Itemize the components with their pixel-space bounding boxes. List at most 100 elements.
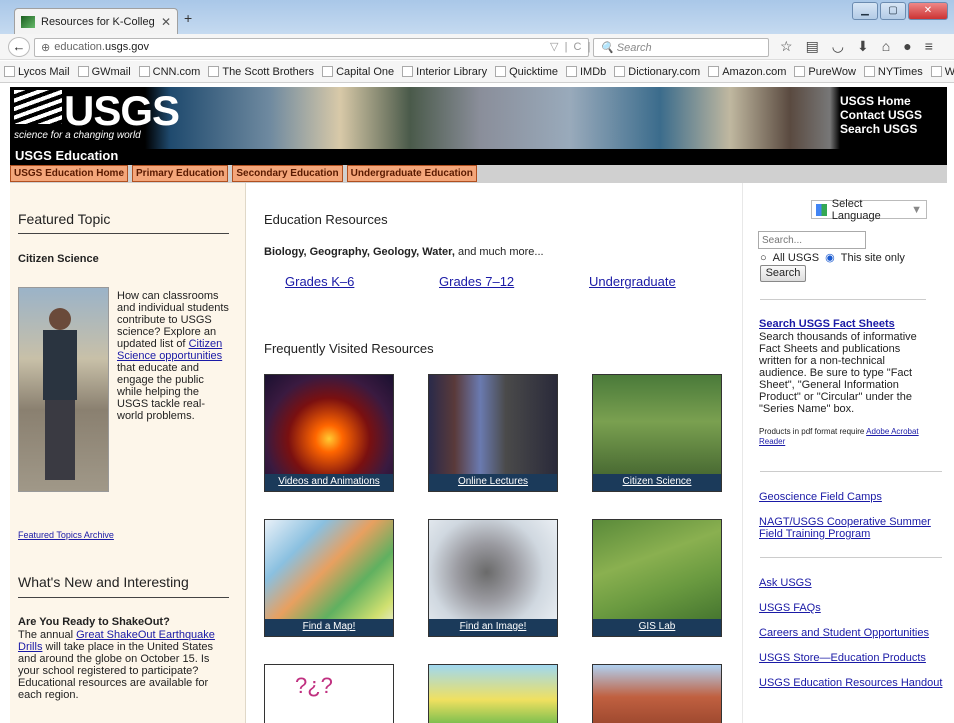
news-text-part: The annual bbox=[18, 629, 74, 641]
radio-this-site[interactable]: ◉ bbox=[825, 251, 835, 264]
radio-all-usgs[interactable]: ○ bbox=[760, 252, 767, 264]
bookmark-item[interactable]: IMDb bbox=[565, 65, 607, 78]
fact-sheets-link[interactable]: Search USGS Fact Sheets bbox=[759, 318, 895, 330]
close-window-icon[interactable]: ✕ bbox=[908, 2, 948, 20]
topic-text: that educate and engage the public while… bbox=[117, 362, 206, 422]
bookmark-star-icon[interactable]: ☆ bbox=[780, 38, 793, 55]
radio-label: This site only bbox=[840, 251, 905, 264]
grades-k6-link[interactable]: Grades K–6 bbox=[285, 274, 354, 289]
education-resources-heading: Education Resources bbox=[264, 212, 388, 227]
bookmark-item[interactable]: PureWow bbox=[794, 66, 856, 78]
divider bbox=[18, 233, 229, 234]
bookmark-item[interactable]: The Scott Brothers bbox=[208, 66, 314, 78]
browser-tab[interactable]: Resources for K-College Te... ✕ bbox=[14, 8, 178, 34]
online-lectures-tile[interactable]: Online Lectures bbox=[428, 374, 558, 492]
usgs-logo[interactable]: USGS science for a changing world bbox=[14, 90, 180, 141]
bookmark-favicon-icon bbox=[565, 66, 577, 77]
cartoon-tile[interactable]: ?¿? bbox=[264, 664, 394, 723]
radio-label: All USGS bbox=[772, 251, 820, 264]
minimize-icon[interactable]: ▁ bbox=[852, 2, 878, 20]
new-tab-icon[interactable]: + bbox=[184, 10, 192, 26]
download-icon[interactable]: ⬇ bbox=[857, 38, 869, 55]
home-icon[interactable]: ⌂ bbox=[882, 38, 890, 55]
grades-7-12-link[interactable]: Grades 7–12 bbox=[439, 274, 514, 289]
education-handout-link[interactable]: USGS Education Resources Handout bbox=[759, 677, 942, 689]
url-domain: usgs.gov bbox=[104, 41, 150, 53]
tab-primary-education[interactable]: Primary Education bbox=[132, 165, 229, 182]
reload-icon[interactable]: ▽ | C | bbox=[550, 40, 590, 53]
toolbar-icons: ☆ ▤ ◡ ⬇ ⌂ ● ≡ bbox=[780, 38, 933, 55]
geoscience-field-camps-link[interactable]: Geoscience Field Camps bbox=[759, 491, 882, 503]
usgs-waves-icon bbox=[14, 90, 62, 124]
bees-tile[interactable] bbox=[428, 664, 558, 723]
citizen-science-photo bbox=[18, 287, 109, 492]
bookmark-item[interactable]: NYTimes bbox=[863, 65, 923, 78]
search-usgs-link[interactable]: Search USGS bbox=[840, 122, 922, 136]
find-an-image-tile[interactable]: Find an Image! bbox=[428, 519, 558, 637]
bookmark-favicon-icon bbox=[794, 66, 806, 77]
contact-usgs-link[interactable]: Contact USGS bbox=[840, 108, 922, 122]
address-bar[interactable]: ⊕ education.usgs.gov bbox=[34, 38, 589, 57]
tile-caption: Videos and Animations bbox=[265, 474, 393, 491]
browser-search-input[interactable]: 🔍 Search bbox=[593, 38, 769, 57]
usgs-store-link[interactable]: USGS Store—Education Products bbox=[759, 652, 926, 664]
citizen-science-tile[interactable]: Citizen Science bbox=[592, 374, 722, 492]
news-title: Are You Ready to ShakeOut? bbox=[18, 616, 170, 628]
usgs-faqs-link[interactable]: USGS FAQs bbox=[759, 602, 821, 614]
bookmark-item[interactable]: Interior Library bbox=[402, 66, 487, 78]
bookmark-item[interactable]: Lycos Mail bbox=[4, 66, 70, 78]
menu-icon[interactable]: ≡ bbox=[925, 38, 933, 55]
tab-undergraduate-education[interactable]: Undergraduate Education bbox=[346, 165, 477, 182]
pdf-text: Products in pdf format require bbox=[759, 427, 865, 436]
tab-secondary-education[interactable]: Secondary Education bbox=[232, 165, 343, 182]
site-search-input[interactable] bbox=[758, 231, 866, 249]
bookmark-item[interactable]: Dictionary.com bbox=[614, 66, 700, 78]
bookmark-label: Lycos Mail bbox=[18, 65, 70, 78]
bookmark-label: GWmail bbox=[91, 65, 131, 78]
usgs-home-link[interactable]: USGS Home bbox=[840, 94, 922, 108]
nagt-program-link[interactable]: NAGT/USGS Cooperative Summer Field Train… bbox=[759, 516, 931, 540]
tile-caption: Find an Image! bbox=[429, 619, 557, 636]
bookmark-item[interactable]: CNN.com bbox=[138, 65, 201, 78]
select-language-dropdown[interactable]: Select Language ▼ bbox=[811, 197, 927, 222]
tile-caption: GIS Lab bbox=[593, 619, 721, 636]
whats-new-heading: What's New and Interesting bbox=[18, 574, 189, 590]
topic-description: How can classrooms and individual studen… bbox=[117, 290, 229, 422]
chat-icon[interactable]: ● bbox=[903, 38, 911, 55]
bookmark-item[interactable]: GWmail bbox=[77, 65, 131, 78]
bookmark-label: Amazon.com bbox=[722, 65, 787, 78]
bookmark-label: Quicktime bbox=[509, 65, 558, 78]
bookmark-label: IMDb bbox=[579, 65, 607, 78]
tab-education-home[interactable]: USGS Education Home bbox=[10, 165, 129, 182]
back-arrow-icon[interactable]: ← bbox=[8, 37, 30, 57]
videos-animations-tile[interactable]: Videos and Animations bbox=[264, 374, 394, 492]
bookmark-favicon-icon bbox=[930, 66, 942, 77]
careers-link[interactable]: Careers and Student Opportunities bbox=[759, 627, 929, 639]
header-links: USGS Home Contact USGS Search USGS bbox=[840, 94, 922, 136]
bookmark-label: Interior Library bbox=[416, 65, 488, 78]
bookmark-item[interactable]: WSJ bbox=[930, 66, 954, 78]
pocket-icon[interactable]: ◡ bbox=[832, 38, 844, 55]
bookmark-item[interactable]: Amazon.com bbox=[708, 66, 786, 78]
bookmark-label: NYTimes bbox=[877, 65, 923, 78]
undergraduate-link[interactable]: Undergraduate bbox=[589, 274, 676, 289]
bookmark-item[interactable]: Quicktime bbox=[495, 66, 558, 78]
bookmark-item[interactable]: Capital One bbox=[322, 66, 394, 78]
close-tab-icon[interactable]: ✕ bbox=[161, 15, 171, 29]
canyon-tile[interactable] bbox=[592, 664, 722, 723]
gis-lab-tile[interactable]: GIS Lab bbox=[592, 519, 722, 637]
find-a-map-tile[interactable]: Find a Map! bbox=[264, 519, 394, 637]
select-language-label: Select Language bbox=[831, 197, 881, 222]
url-prefix: education. bbox=[54, 41, 105, 53]
bookmark-label: CNN.com bbox=[152, 65, 201, 78]
subjects-line: Biology, Geography, Geology, Water, and … bbox=[264, 246, 544, 258]
featured-topics-archive-link[interactable]: Featured Topics Archive bbox=[18, 530, 114, 540]
ask-usgs-link[interactable]: Ask USGS bbox=[759, 577, 812, 589]
divider bbox=[760, 557, 942, 558]
usgs-favicon-icon bbox=[21, 15, 35, 28]
reading-list-icon[interactable]: ▤ bbox=[806, 38, 819, 55]
search-button[interactable]: Search bbox=[760, 265, 806, 282]
maximize-icon[interactable]: ▢ bbox=[880, 2, 906, 20]
frequently-visited-heading: Frequently Visited Resources bbox=[264, 341, 434, 356]
section-title: USGS Education bbox=[10, 149, 947, 165]
